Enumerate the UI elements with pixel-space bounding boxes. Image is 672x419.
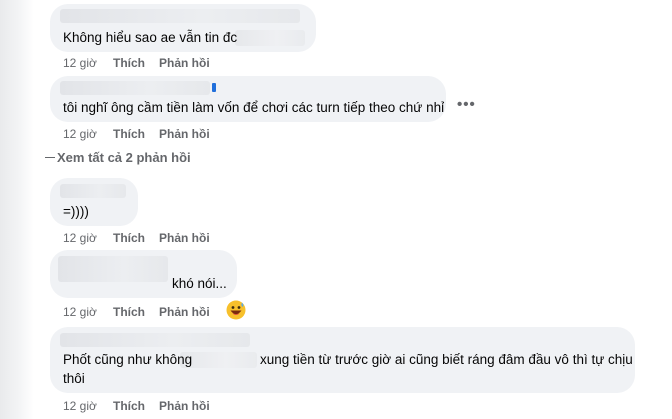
comment-actions-1: 12 giờ Thích Phản hồi xyxy=(63,56,210,70)
comment-text-part1: Phốt cũng như không xyxy=(63,352,193,367)
like-button[interactable]: Thích xyxy=(113,231,159,245)
view-more-replies-label[interactable]: Xem tất cả 2 phản hồi xyxy=(57,150,191,165)
commenter-name-blurred xyxy=(58,256,168,282)
comment-bubble-5: Phốt cũng như không xung tiền từ trước g… xyxy=(50,327,635,393)
comment-actions-5: 12 giờ Thích Phản hồi xyxy=(63,399,210,413)
comment-time[interactable]: 12 giờ xyxy=(63,231,113,245)
commenter-name-blurred xyxy=(60,184,126,198)
comment-text: tôi nghĩ ông cầm tiền làm vốn để chơi cá… xyxy=(63,100,445,115)
like-button[interactable]: Thích xyxy=(113,399,159,413)
reply-button[interactable]: Phản hồi xyxy=(159,231,210,245)
comment-text-part2: xung tiền từ trước giờ ai cũng biết ráng… xyxy=(260,352,633,367)
comment-text-line2: thôi xyxy=(63,371,85,386)
comment-actions-3: 12 giờ Thích Phản hồi xyxy=(63,231,210,245)
grinning-face-sweat-icon xyxy=(226,300,246,320)
commenter-name-blurred xyxy=(60,81,210,95)
comment-text-blurred xyxy=(235,30,305,46)
comment-time[interactable]: 12 giờ xyxy=(63,305,113,319)
like-button[interactable]: Thích xyxy=(113,305,159,319)
comment-bubble-2: tôi nghĩ ông cầm tiền làm vốn để chơi cá… xyxy=(50,76,446,122)
like-button[interactable]: Thích xyxy=(113,127,159,141)
reply-button[interactable]: Phản hồi xyxy=(159,399,210,413)
reply-button[interactable]: Phản hồi xyxy=(159,56,210,70)
reply-thread-line xyxy=(45,157,55,158)
comment-bubble-1: Không hiểu sao ae vẫn tin đc xyxy=(50,4,316,52)
comment-time[interactable]: 12 giờ xyxy=(63,127,113,141)
comment-text: =)))) xyxy=(63,204,89,219)
comment-actions-2: 12 giờ Thích Phản hồi xyxy=(63,127,210,141)
left-edge-blur xyxy=(0,0,34,419)
comment-bubble-3: =)))) xyxy=(50,178,138,226)
commenter-name-link-fragment xyxy=(212,83,216,92)
commenter-name-blurred xyxy=(60,333,250,347)
comment-time[interactable]: 12 giờ xyxy=(63,56,113,70)
comment-bubble-4: khó nói... xyxy=(50,250,237,298)
reply-button[interactable]: Phản hồi xyxy=(159,305,210,319)
comment-time[interactable]: 12 giờ xyxy=(63,399,113,413)
reply-button[interactable]: Phản hồi xyxy=(159,127,210,141)
more-horizontal-icon[interactable]: ••• xyxy=(457,96,476,113)
comment-text: Không hiểu sao ae vẫn tin đc xyxy=(63,30,238,45)
like-button[interactable]: Thích xyxy=(113,56,159,70)
comment-text: khó nói... xyxy=(172,276,227,291)
comment-actions-4: 12 giờ Thích Phản hồi xyxy=(63,305,210,319)
commenter-name-blurred xyxy=(60,9,300,23)
view-more-replies[interactable]: Xem tất cả 2 phản hồi xyxy=(45,150,191,165)
